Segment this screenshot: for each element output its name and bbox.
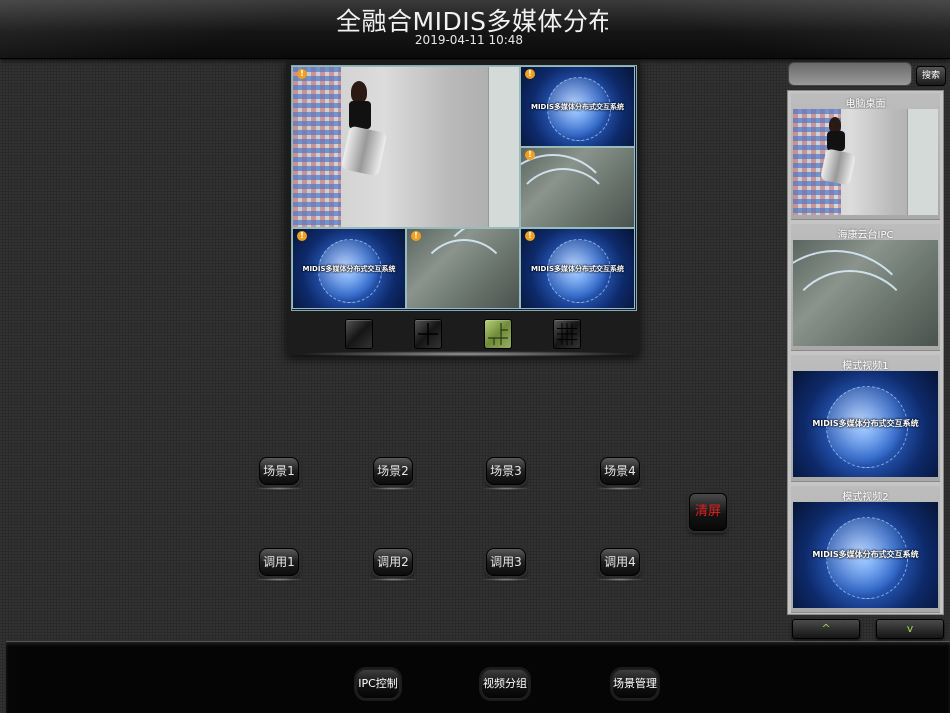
desktop-side-panel: [488, 67, 519, 227]
wall-cell-globe[interactable]: MIDIS多媒体分布式交互系统 !: [520, 228, 635, 309]
chevron-down-icon: v: [906, 622, 914, 635]
datetime-display: 2019-04-11 10:48: [414, 33, 524, 47]
tab-ipc-control[interactable]: IPC控制: [356, 669, 400, 699]
layout-1x1-button[interactable]: [345, 319, 373, 349]
recall-1-button[interactable]: 调用1: [254, 548, 304, 581]
layout-custom-button[interactable]: [484, 319, 512, 349]
header-bar: 全融合MIDIS多媒体分布式交互系统 2019-04-11 10:48: [0, 0, 950, 59]
recall-3-button[interactable]: 调用3: [481, 548, 531, 581]
search-button[interactable]: 搜索: [916, 66, 946, 86]
source-item[interactable]: 模式视频1 MIDIS多媒体分布式交互系统: [791, 355, 940, 482]
search-input[interactable]: [788, 62, 912, 86]
source-badge-icon: !: [411, 231, 421, 241]
grid-custom-icon: [488, 323, 508, 345]
cable-shape: [437, 229, 519, 308]
source-label: 海康云台IPC: [837, 230, 894, 241]
globe-caption: MIDIS多媒体分布式交互系统: [812, 549, 919, 559]
scene-1-button[interactable]: 场景1: [254, 457, 304, 490]
globe-caption: MIDIS多媒体分布式交互系统: [812, 418, 919, 428]
source-item[interactable]: 电脑桌面: [791, 93, 940, 220]
desktop-side-panel: [907, 109, 938, 215]
source-label: 模式视频2: [842, 492, 889, 503]
scene-2-button[interactable]: 场景2: [368, 457, 418, 490]
chevron-up-icon: ^: [821, 622, 831, 635]
app-title: 全融合MIDIS多媒体分布式交互系统: [336, 7, 608, 36]
scroll-up-button[interactable]: ^: [792, 619, 860, 639]
photo-figure-top: [827, 131, 845, 151]
source-item[interactable]: 模式视频2 MIDIS多媒体分布式交互系统: [791, 486, 940, 613]
tab-scene-management[interactable]: 场景管理: [612, 669, 658, 699]
source-label: 模式视频1: [842, 361, 889, 372]
layout-4x4-button[interactable]: [553, 319, 581, 349]
source-badge-icon: !: [297, 69, 307, 79]
photo-figure-legs: [340, 125, 388, 177]
tab-video-group[interactable]: 视频分组: [481, 669, 529, 699]
globe-caption: MIDIS多媒体分布式交互系统: [530, 264, 625, 273]
source-badge-icon: !: [297, 231, 307, 241]
source-thumbnail: MIDIS多媒体分布式交互系统: [793, 502, 938, 608]
wall-cell-ipc[interactable]: !: [520, 147, 635, 228]
recall-4-button[interactable]: 调用4: [595, 548, 645, 581]
source-thumbnail: [793, 240, 938, 346]
photo-figure-head: [351, 81, 367, 103]
video-wall: ! MIDIS多媒体分布式交互系统 ! ! MIDIS多媒体分布式交互系统 ! …: [291, 65, 637, 311]
scroll-down-button[interactable]: v: [876, 619, 944, 639]
wall-cell-desktop[interactable]: !: [292, 66, 520, 228]
globe-caption: MIDIS多媒体分布式交互系统: [302, 264, 396, 273]
wall-reflection: [296, 351, 636, 357]
source-thumbnail: MIDIS多媒体分布式交互系统: [793, 371, 938, 477]
source-badge-icon: !: [525, 150, 535, 160]
recall-2-button[interactable]: 调用2: [368, 548, 418, 581]
wall-cell-ipc[interactable]: !: [406, 228, 520, 309]
source-badge-icon: !: [525, 69, 535, 79]
wall-cell-globe[interactable]: MIDIS多媒体分布式交互系统 !: [520, 66, 635, 147]
photo-figure-top: [349, 101, 371, 129]
wall-cell-globe[interactable]: MIDIS多媒体分布式交互系统 !: [292, 228, 406, 309]
source-badge-icon: !: [525, 231, 535, 241]
grid-2x2-icon: [418, 323, 438, 345]
source-list[interactable]: 电脑桌面 海康云台IPC 模式视频1 MIDIS多媒体分布式交互系统 模式视频2…: [787, 90, 944, 615]
photo-figure-legs: [820, 148, 856, 186]
desktop-icons: [293, 67, 341, 227]
globe-caption: MIDIS多媒体分布式交互系统: [530, 102, 625, 111]
source-label: 电脑桌面: [845, 99, 886, 110]
source-thumbnail: [793, 109, 938, 215]
footer-bar: [6, 641, 950, 713]
scene-3-button[interactable]: 场景3: [481, 457, 531, 490]
layout-2x2-button[interactable]: [414, 319, 442, 349]
source-item[interactable]: 海康云台IPC: [791, 224, 940, 351]
clear-screen-button[interactable]: 清屏: [689, 493, 727, 531]
grid-4x4-icon: [557, 323, 577, 345]
scene-4-button[interactable]: 场景4: [595, 457, 645, 490]
